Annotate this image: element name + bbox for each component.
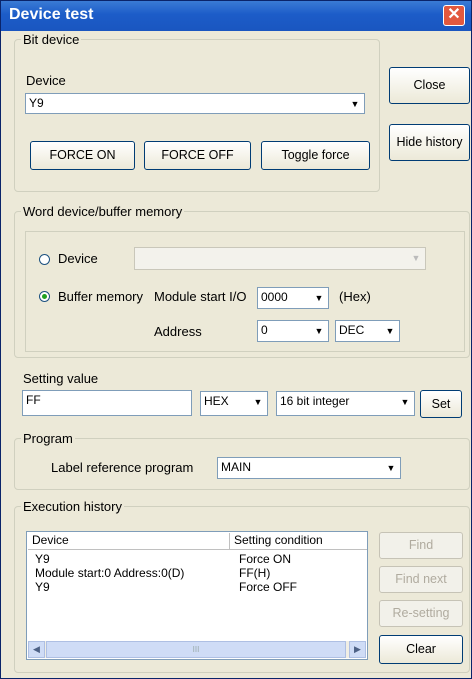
chevron-down-icon[interactable]: ▼ — [408, 249, 424, 268]
address-label: Address — [154, 324, 202, 339]
history-list[interactable]: Device Setting condition Y9 Force ON Mod… — [26, 531, 368, 660]
address-format-value: DEC — [339, 323, 365, 337]
window-title: Device test — [9, 6, 94, 23]
program-value: MAIN — [221, 460, 251, 474]
chevron-down-icon[interactable]: ▼ — [311, 322, 327, 340]
module-start-select[interactable]: 0000 ▼ — [257, 287, 329, 309]
setting-value-text: FF — [26, 393, 41, 407]
device-label: Device — [26, 73, 66, 88]
scrollbar-thumb[interactable]: III — [46, 641, 346, 658]
row-condition: Force OFF — [239, 580, 298, 594]
address-format-select[interactable]: DEC ▼ — [335, 320, 400, 342]
chevron-down-icon[interactable]: ▼ — [383, 459, 399, 477]
resetting-button[interactable]: Re-setting — [379, 600, 463, 627]
word-device-legend: Word device/buffer memory — [23, 204, 183, 219]
column-header-setting-condition[interactable]: Setting condition — [230, 533, 367, 550]
row-device: Module start:0 Address:0(D) — [35, 566, 185, 580]
device-radio-label: Device — [58, 251, 98, 266]
buffer-memory-label: Buffer memory — [58, 289, 144, 304]
find-next-button[interactable]: Find next — [379, 566, 463, 593]
force-on-button[interactable]: FORCE ON — [30, 141, 135, 170]
hex-unit-label: (Hex) — [339, 289, 371, 304]
column-header-device[interactable]: Device — [28, 533, 230, 550]
scroll-right-icon[interactable]: ▶ — [349, 641, 366, 658]
chevron-down-icon[interactable]: ▼ — [250, 393, 266, 414]
bit-device-legend: Bit device — [23, 32, 80, 47]
label-reference-label: Label reference program — [51, 460, 194, 475]
close-icon[interactable]: ✕ — [443, 5, 465, 26]
close-button[interactable]: Close — [389, 67, 470, 104]
row-device: Y9 — [35, 580, 50, 594]
module-start-value: 0000 — [261, 290, 288, 304]
word-device-select[interactable]: ▼ — [134, 247, 426, 270]
address-value: 0 — [261, 323, 268, 337]
title-bar: Device test ✕ — [1, 1, 471, 31]
device-radio[interactable] — [39, 254, 50, 265]
clear-button[interactable]: Clear — [379, 635, 463, 664]
row-condition: FF(H) — [239, 566, 271, 580]
scroll-left-icon[interactable]: ◀ — [28, 641, 45, 658]
force-off-button[interactable]: FORCE OFF — [144, 141, 251, 170]
setting-format-value: HEX — [204, 394, 229, 408]
module-start-label: Module start I/O — [154, 289, 247, 304]
chevron-down-icon[interactable]: ▼ — [311, 289, 327, 307]
device-test-dialog: Device test ✕ Bit device Device Y9 ▼ FOR… — [0, 0, 472, 679]
execution-history-legend: Execution history — [23, 499, 122, 514]
setting-value-label: Setting value — [23, 371, 99, 386]
setting-value-input[interactable]: FF — [22, 390, 192, 416]
program-legend: Program — [23, 431, 73, 446]
toggle-force-button[interactable]: Toggle force — [261, 141, 370, 170]
bit-device-value: Y9 — [29, 96, 44, 110]
chevron-down-icon[interactable]: ▼ — [382, 322, 398, 340]
row-condition: Force ON — [239, 552, 292, 566]
row-device: Y9 — [35, 552, 50, 566]
chevron-down-icon[interactable]: ▼ — [347, 95, 363, 112]
set-button[interactable]: Set — [420, 390, 462, 418]
setting-format-select[interactable]: HEX ▼ — [200, 391, 268, 416]
bit-device-select[interactable]: Y9 ▼ — [25, 93, 365, 114]
setting-type-select[interactable]: 16 bit integer ▼ — [276, 391, 415, 416]
find-button[interactable]: Find — [379, 532, 463, 559]
chevron-down-icon[interactable]: ▼ — [397, 393, 413, 414]
horizontal-scrollbar[interactable]: ◀ III ▶ — [28, 641, 366, 658]
address-select[interactable]: 0 ▼ — [257, 320, 329, 342]
program-select[interactable]: MAIN ▼ — [217, 457, 401, 479]
hide-history-button[interactable]: Hide history — [389, 124, 470, 161]
setting-type-value: 16 bit integer — [280, 394, 350, 408]
buffer-memory-radio[interactable] — [39, 291, 50, 302]
